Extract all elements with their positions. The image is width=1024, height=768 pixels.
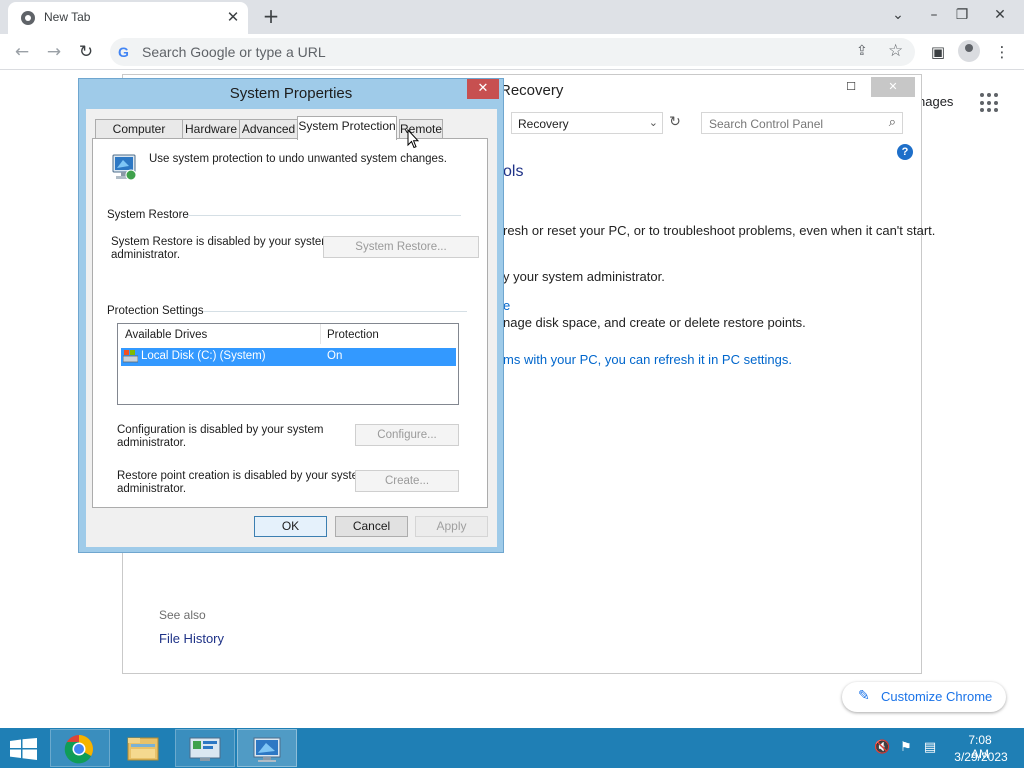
column-divider <box>320 324 321 344</box>
apply-button[interactable]: Apply <box>415 516 488 537</box>
system-restore-group-label: System Restore <box>107 209 189 221</box>
volume-muted-icon[interactable]: 🔇 <box>874 740 890 756</box>
drive-icon <box>123 350 138 363</box>
forward-arrow-icon[interactable]: → <box>42 40 66 64</box>
cp-address-bar[interactable]: Recovery ⌄ <box>511 112 663 134</box>
search-icon[interactable]: ⌕ <box>889 115 896 130</box>
taskbar: 🔇 ⚑ ▤ 7:08 AM 3/29/2023 <box>0 728 1024 768</box>
back-arrow-icon[interactable]: ← <box>10 40 34 64</box>
system-properties-icon <box>253 737 281 762</box>
control-panel-title: Recovery <box>500 82 564 99</box>
bookmark-star-icon[interactable]: ☆ <box>888 41 903 61</box>
customize-chrome-label: Customize Chrome <box>881 689 993 704</box>
dialog-close-icon[interactable]: ✕ <box>467 79 499 99</box>
customize-chrome-button[interactable]: ✎ Customize Chrome <box>842 682 1006 712</box>
chrome-favicon-icon <box>21 11 35 25</box>
system-properties-dialog: System Properties ✕ Computer Name Hardwa… <box>78 78 504 553</box>
clock-date[interactable]: 3/29/2023 <box>950 750 1012 764</box>
system-protection-icon <box>112 154 137 181</box>
cancel-button[interactable]: Cancel <box>335 516 408 537</box>
taskbar-chrome[interactable] <box>50 729 110 767</box>
browser-toolbar: ← → ↻ G Search Google or type a URL ⇪ ☆ … <box>0 34 1024 70</box>
omnibox[interactable]: G Search Google or type a URL ⇪ ☆ <box>110 38 915 66</box>
system-restore-text-2: administrator. <box>111 249 181 261</box>
column-header-drives[interactable]: Available Drives <box>125 329 207 341</box>
create-text-2: administrator. <box>117 483 187 495</box>
drive-row[interactable]: Local Disk (C:) (System) On <box>121 348 456 366</box>
taskbar-control-panel[interactable] <box>175 729 235 767</box>
new-tab-button[interactable]: + <box>260 5 282 27</box>
windows-start-icon[interactable] <box>10 738 38 760</box>
close-window-icon[interactable]: ✕ <box>988 4 1012 26</box>
drive-protection: On <box>327 350 343 362</box>
apps-grid-icon[interactable] <box>980 93 1000 113</box>
omnibox-placeholder[interactable]: Search Google or type a URL <box>142 44 326 60</box>
cp-refresh-icon[interactable]: ↻ <box>666 114 684 132</box>
taskbar-system-properties[interactable] <box>237 729 297 767</box>
configure-text-1: Configuration is disabled by your system <box>117 424 324 436</box>
cp-text-disk: nage disk space, and create or delete re… <box>503 315 806 330</box>
ok-button[interactable]: OK <box>254 516 327 537</box>
configure-text-2: administrator. <box>117 437 187 449</box>
dialog-title: System Properties <box>229 85 353 102</box>
tab-system-protection[interactable]: System Protection <box>297 116 397 140</box>
dialog-body: Computer Name Hardware Advanced System P… <box>86 109 497 547</box>
tab-close-icon[interactable]: ✕ <box>224 8 242 26</box>
chrome-icon <box>64 735 93 764</box>
side-panel-icon[interactable]: ▣ <box>926 40 950 64</box>
cp-heading: ols <box>503 163 524 180</box>
reload-icon[interactable]: ↻ <box>74 40 98 64</box>
see-also-label: See also <box>159 608 206 622</box>
tab-title: New Tab <box>44 10 91 24</box>
drive-name: Local Disk (C:) (System) <box>141 350 266 362</box>
group-divider <box>187 215 461 216</box>
group-divider <box>203 311 467 312</box>
intro-text: Use system protection to undo unwanted s… <box>149 153 447 165</box>
protection-settings-group-label: Protection Settings <box>107 305 204 317</box>
mouse-cursor-icon <box>407 129 419 149</box>
cp-text-reset: resh or reset your PC, or to troubleshoo… <box>503 223 936 238</box>
configure-button[interactable]: Configure... <box>355 424 459 446</box>
tab-remote[interactable]: Remote <box>399 119 443 138</box>
cp-maximize-icon[interactable]: ☐ <box>829 77 873 97</box>
restore-icon[interactable]: ❐ <box>950 4 974 26</box>
control-panel-icon <box>189 737 221 761</box>
system-protection-panel: Use system protection to undo unwanted s… <box>92 138 488 508</box>
file-history-link[interactable]: File History <box>159 631 224 646</box>
cp-link-restore[interactable]: e <box>503 298 510 313</box>
share-icon[interactable]: ⇪ <box>856 43 868 59</box>
help-icon[interactable]: ? <box>897 144 913 160</box>
minimize-icon[interactable]: – <box>922 4 946 26</box>
system-restore-button[interactable]: System Restore... <box>323 236 479 258</box>
pencil-icon: ✎ <box>858 688 870 704</box>
system-restore-text-1: System Restore is disabled by your syste… <box>111 236 331 248</box>
tab-hardware[interactable]: Hardware <box>182 119 240 138</box>
column-header-protection[interactable]: Protection <box>327 329 379 341</box>
cp-search-placeholder: Search Control Panel <box>709 117 824 131</box>
tab-advanced[interactable]: Advanced <box>239 119 298 138</box>
chevron-down-icon[interactable]: ⌄ <box>649 116 658 129</box>
create-text-1: Restore point creation is disabled by yo… <box>117 470 368 482</box>
folder-icon <box>127 737 159 761</box>
profile-icon[interactable] <box>958 40 980 62</box>
cp-search-box[interactable]: Search Control Panel ⌕ <box>701 112 903 134</box>
menu-kebab-icon[interactable]: ⋮ <box>990 40 1014 64</box>
browser-tab[interactable]: New Tab ✕ <box>8 2 248 34</box>
cp-link-refresh[interactable]: ms with your PC, you can refresh it in P… <box>503 352 792 367</box>
action-center-flag-icon[interactable]: ⚑ <box>898 740 914 756</box>
cp-address-text: Recovery <box>518 117 569 131</box>
cp-text-admin: y your system administrator. <box>503 269 665 284</box>
google-g-icon: G <box>118 44 129 60</box>
tab-computer-name[interactable]: Computer Name <box>95 119 183 154</box>
tab-search-chevron-icon[interactable]: ⌄ <box>886 4 910 26</box>
browser-tabstrip: New Tab ✕ + ⌄ – ❐ ✕ <box>0 0 1024 34</box>
cp-close-icon[interactable]: ✕ <box>871 77 915 97</box>
drives-list[interactable]: Available Drives Protection Local Disk (… <box>117 323 459 405</box>
network-icon[interactable]: ▤ <box>922 740 938 756</box>
images-link[interactable]: nages <box>918 94 953 109</box>
taskbar-file-explorer[interactable] <box>114 729 174 767</box>
create-button[interactable]: Create... <box>355 470 459 492</box>
